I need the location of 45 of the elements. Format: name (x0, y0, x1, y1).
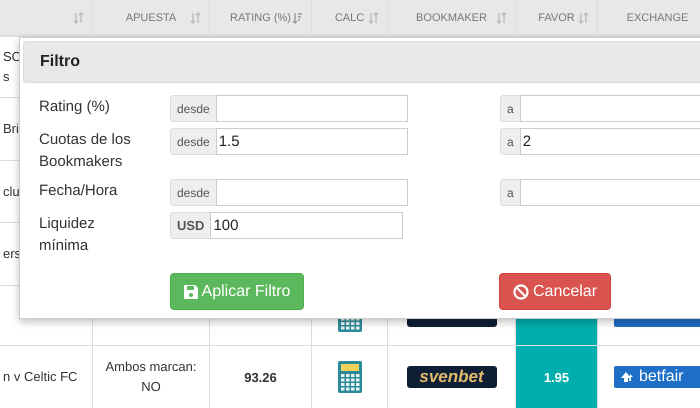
column-header[interactable]: APUESTA (126, 12, 176, 24)
filter-label: Liquidez mínima (39, 214, 96, 256)
bet-type: Ambos marcan: NO (105, 358, 197, 396)
from-input-field[interactable] (216, 179, 408, 206)
to-input-field[interactable] (520, 179, 700, 206)
column-header[interactable]: BOOKMAKER (416, 12, 487, 24)
rating-value: 93.26 (244, 370, 277, 384)
bookmaker-logo: svenbet (406, 366, 496, 388)
apply-filter-button[interactable]: Aplicar Filtro (170, 273, 304, 310)
to-input-field[interactable] (520, 95, 700, 122)
prohibited-icon (512, 284, 529, 300)
sort-icon[interactable] (73, 12, 84, 24)
filter-label: Cuotas de los Bookmakers (39, 130, 132, 172)
filter-label: Rating (%) (39, 97, 111, 117)
sort-icon[interactable] (368, 12, 379, 24)
exchange-logo: betfair (614, 366, 700, 388)
column-header[interactable]: FAVOR (538, 12, 575, 24)
sort-icon[interactable] (578, 12, 589, 24)
calculator-icon[interactable] (338, 361, 362, 393)
input-addon: desde (170, 128, 216, 155)
event-name: n v Celtic FC (3, 368, 78, 386)
input-addon: desde (170, 179, 216, 206)
column-header[interactable]: CALC (334, 12, 364, 24)
sort-icon[interactable] (496, 12, 507, 24)
odds-cell: 1.95 (516, 346, 598, 408)
amount-input-field[interactable]: 100 (210, 212, 403, 239)
cancel-button[interactable]: Cancelar (499, 273, 611, 310)
from-input-field[interactable]: 1.5 (216, 128, 408, 155)
to-input-field[interactable]: 2 (520, 128, 700, 155)
input-addon: a (500, 95, 520, 122)
event-name: s (3, 68, 10, 86)
input-addon: a (500, 128, 520, 155)
save-icon (184, 284, 198, 298)
sort-icon[interactable] (190, 12, 201, 24)
currency-addon: USD (170, 212, 210, 239)
dialog-title: Filtro (40, 53, 80, 71)
filter-label: Fecha/Hora (39, 181, 118, 201)
input-addon: a (500, 179, 520, 206)
input-addon: desde (170, 95, 216, 122)
event-name: Bri (3, 120, 19, 138)
sort-descending-icon[interactable] (292, 12, 303, 24)
column-header[interactable]: RATING (%) (230, 12, 291, 24)
event-name: clu (3, 182, 20, 200)
from-input-field[interactable] (216, 95, 408, 122)
column-header[interactable]: EXCHANGE (626, 12, 688, 24)
